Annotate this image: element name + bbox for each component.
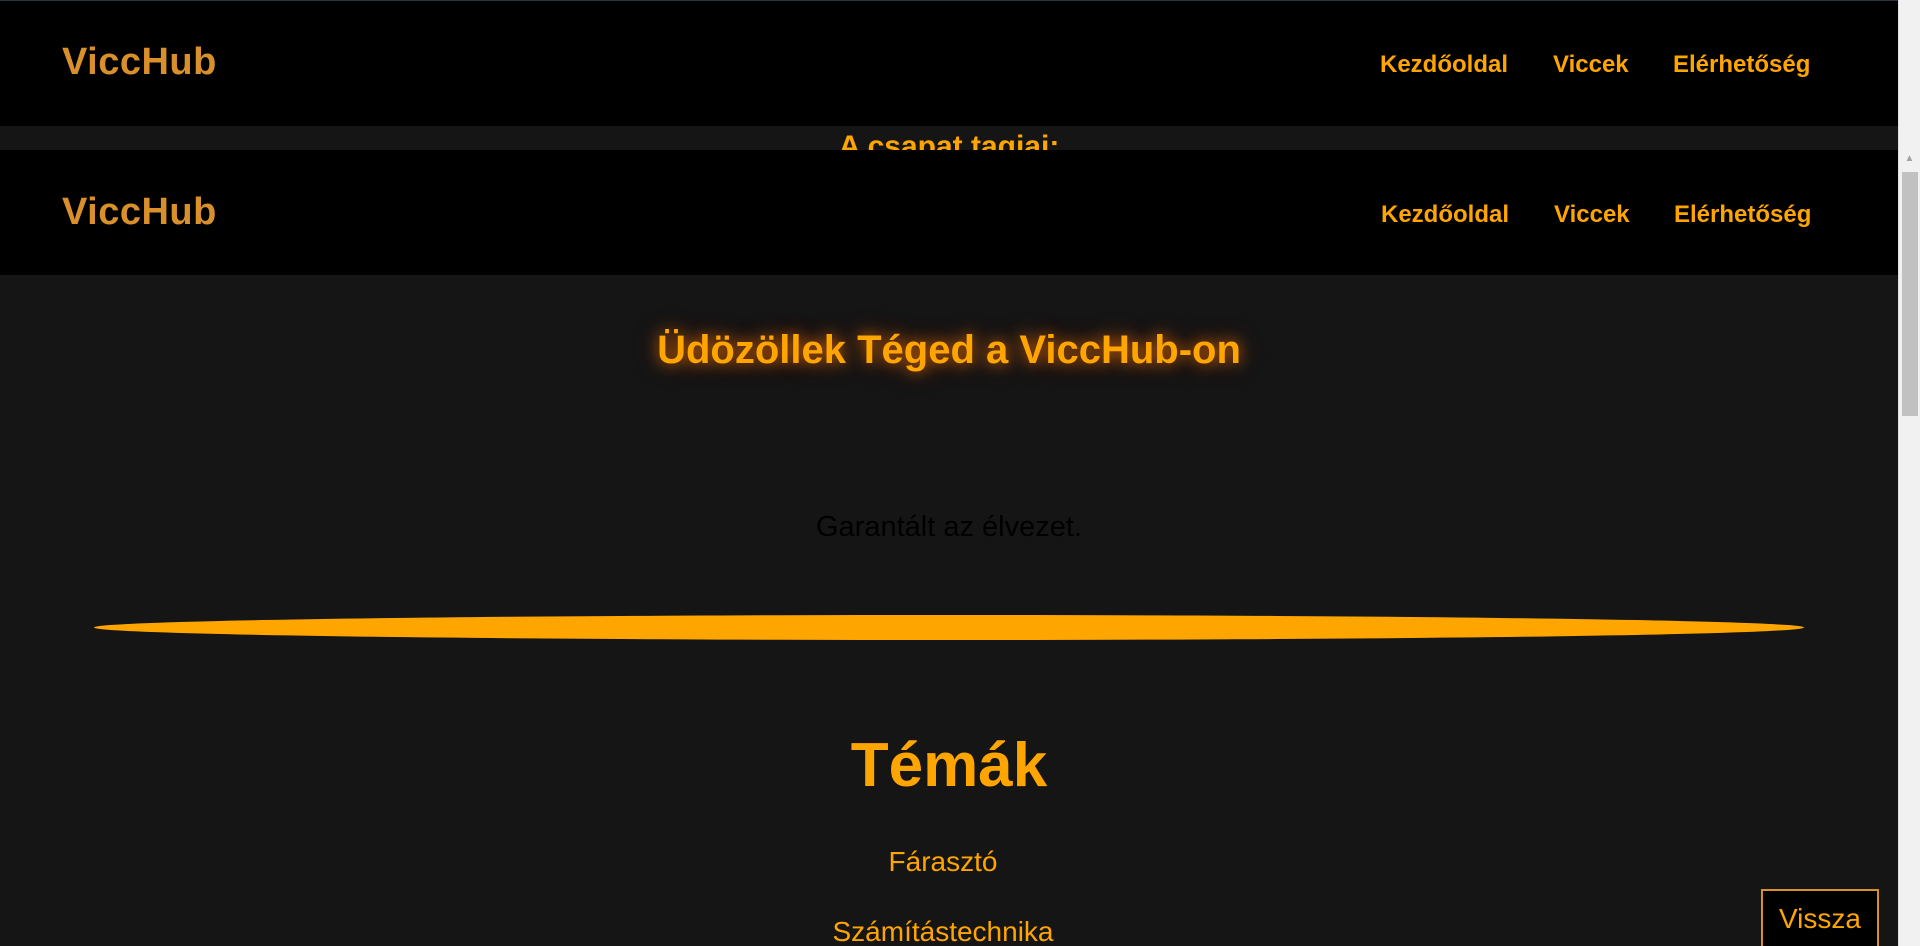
topics-heading: Témák xyxy=(850,731,1048,800)
outer-header: ViccHub Kezdőoldal Viccek Elérhetőség xyxy=(0,0,1898,126)
inner-nav-home[interactable]: Kezdőoldal xyxy=(1381,201,1509,229)
scroll-thumb[interactable] xyxy=(1902,172,1918,416)
scrollbar[interactable]: ▲ xyxy=(1898,150,1920,946)
scroll-up-arrow-icon[interactable]: ▲ xyxy=(1899,150,1920,168)
team-heading: A csapat tagjai: xyxy=(838,130,1060,150)
outer-nav-contact[interactable]: Elérhetőség xyxy=(1673,51,1810,79)
tagline: Garantált az élvezet. xyxy=(816,511,1082,543)
outer-logo[interactable]: ViccHub xyxy=(62,41,217,84)
back-button[interactable]: Vissza xyxy=(1761,889,1879,946)
inner-logo[interactable]: ViccHub xyxy=(62,191,217,234)
embedded-page: ViccHub Kezdőoldal Viccek Elérhetőség Üd… xyxy=(0,150,1898,946)
inner-header: ViccHub Kezdőoldal Viccek Elérhetőség xyxy=(0,150,1898,275)
orange-divider xyxy=(94,615,1804,640)
topic-link-computing[interactable]: Számítástechnika xyxy=(0,916,1886,946)
inner-nav-contact[interactable]: Elérhetőség xyxy=(1674,201,1811,229)
inner-nav-jokes[interactable]: Viccek xyxy=(1554,201,1630,229)
outer-nav-home[interactable]: Kezdőoldal xyxy=(1380,51,1508,79)
outer-nav-jokes[interactable]: Viccek xyxy=(1553,51,1629,79)
topic-link-farasztoo[interactable]: Fárasztó xyxy=(0,846,1886,878)
team-strip: A csapat tagjai: xyxy=(0,126,1898,150)
welcome-heading: Üdözöllek Téged a ViccHub-on xyxy=(657,328,1241,372)
outer-scroll-track xyxy=(1898,0,1920,150)
